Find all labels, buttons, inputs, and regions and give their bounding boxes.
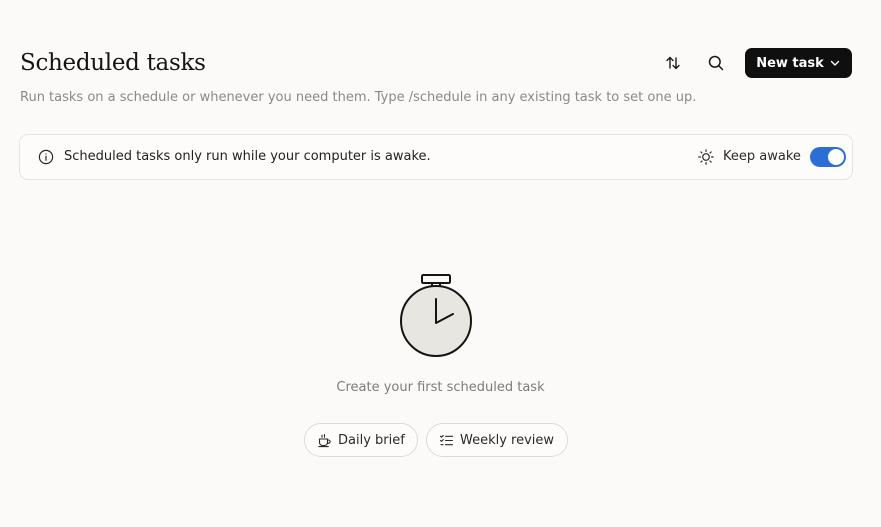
weekly-review-suggestion[interactable]: Weekly review bbox=[426, 423, 568, 457]
sun-icon bbox=[697, 148, 715, 166]
search-button[interactable] bbox=[701, 48, 731, 78]
checklist-icon bbox=[439, 433, 454, 448]
daily-brief-suggestion[interactable]: Daily brief bbox=[304, 423, 418, 457]
daily-brief-label: Daily brief bbox=[338, 432, 405, 448]
chevron-down-icon bbox=[829, 57, 841, 69]
page-subtitle: Run tasks on a schedule or whenever you … bbox=[20, 90, 697, 105]
page-title: Scheduled tasks bbox=[20, 50, 206, 76]
keep-awake-label: Keep awake bbox=[723, 149, 801, 164]
search-icon bbox=[707, 54, 725, 72]
empty-state-message: Create your first scheduled task bbox=[336, 380, 545, 395]
coffee-cup-icon bbox=[317, 433, 332, 448]
weekly-review-label: Weekly review bbox=[460, 432, 555, 448]
stopwatch-icon bbox=[396, 270, 476, 360]
toggle-knob bbox=[828, 149, 844, 165]
keep-awake-toggle[interactable] bbox=[810, 147, 846, 167]
sort-arrows-icon bbox=[664, 54, 682, 72]
info-icon bbox=[38, 149, 54, 165]
new-task-label: New task bbox=[756, 55, 824, 71]
sort-button[interactable] bbox=[658, 48, 688, 78]
new-task-button[interactable]: New task bbox=[745, 48, 852, 78]
banner-message: Scheduled tasks only run while your comp… bbox=[64, 149, 431, 164]
awake-info-banner: Scheduled tasks only run while your comp… bbox=[19, 134, 853, 180]
